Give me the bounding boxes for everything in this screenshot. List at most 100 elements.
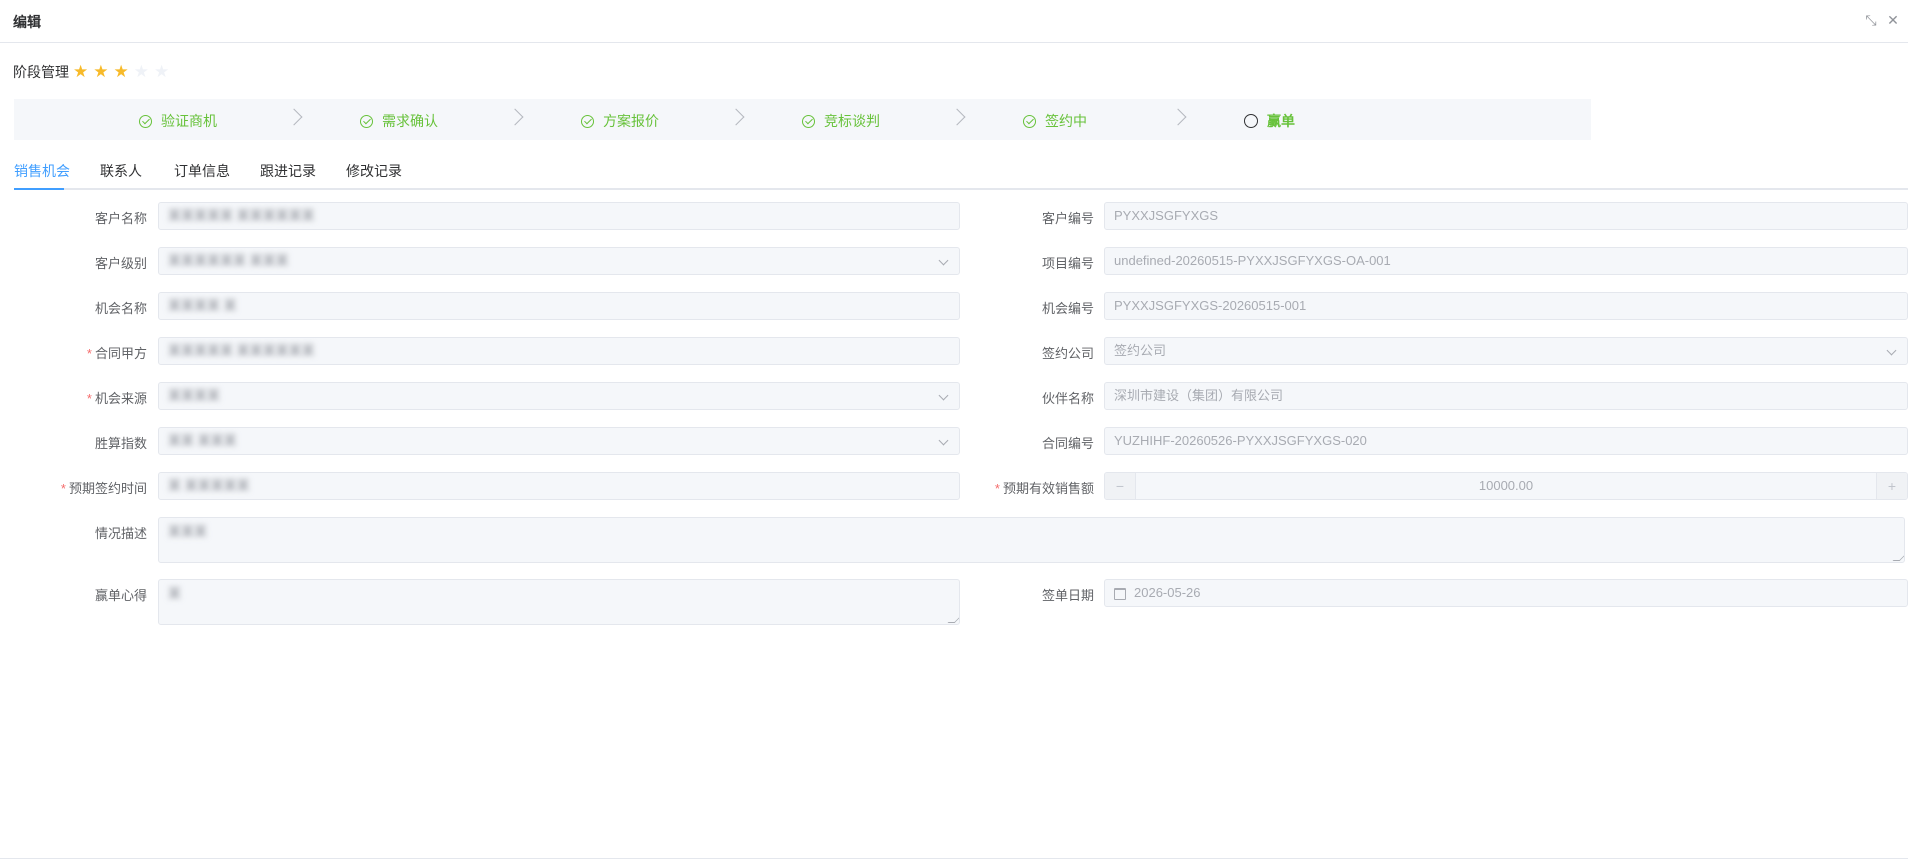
step-4[interactable]: 竞标谈判 [802, 111, 880, 131]
field-label: * 合同甲方 [87, 343, 147, 362]
field-value: 2026-05-26 [1134, 585, 1201, 600]
field-label: 客户级别 [95, 253, 147, 272]
decrement-button[interactable]: − [1105, 473, 1136, 499]
field-left-5[interactable]: 某某某某 [158, 382, 960, 410]
field-value: 某 [168, 586, 182, 601]
field-value: PYXXJSGFYXGS-20260515-001 [1114, 298, 1307, 313]
chevron-down-icon[interactable] [1886, 345, 1897, 356]
field-value: undefined-20260515-PYXXJSGFYXGS-OA-001 [1114, 253, 1391, 268]
required-mark: * [86, 391, 92, 406]
field-label: 合同编号 [1042, 433, 1094, 452]
tab-1[interactable]: 销售机会 [14, 162, 70, 180]
chevron-right-icon [1169, 108, 1187, 126]
field-right-8[interactable]: 2026-05-26 [1104, 579, 1908, 607]
field-label: 情况描述 [95, 523, 147, 542]
label-text: 签约公司 [1041, 346, 1094, 361]
number-value: 10000.00 [1478, 478, 1534, 493]
shrink-icon[interactable]: ⤡ [1862, 11, 1880, 29]
field-right-2[interactable]: undefined-20260515-PYXXJSGFYXGS-OA-001 [1104, 247, 1908, 275]
field-value: 某某某某 某 [168, 298, 237, 313]
step-label: 验证商机 [161, 113, 217, 129]
field-label: 客户编号 [1042, 208, 1094, 227]
tab-4[interactable]: 跟进记录 [260, 162, 316, 180]
tab-5[interactable]: 修改记录 [346, 162, 402, 180]
step-2[interactable]: 需求确认 [360, 111, 438, 131]
label-text: 客户名称 [94, 211, 147, 226]
step-label: 竞标谈判 [824, 113, 880, 129]
label-text: 胜算指数 [94, 436, 147, 451]
label-text: 客户级别 [94, 256, 147, 271]
field-left-6[interactable]: 某某 某某某 [158, 427, 960, 455]
tab-2[interactable]: 联系人 [100, 162, 142, 180]
field-right-3[interactable]: PYXXJSGFYXGS-20260515-001 [1104, 292, 1908, 320]
check-circle-icon [1023, 114, 1036, 128]
chevron-down-icon[interactable] [938, 435, 949, 446]
step-3[interactable]: 方案报价 [581, 111, 659, 131]
label-text: 项目编号 [1041, 256, 1094, 271]
tab-3[interactable]: 订单信息 [174, 162, 230, 180]
chevron-right-icon [727, 108, 745, 126]
field-left-8[interactable]: 某某某 [158, 517, 1905, 563]
field-right-4[interactable]: 签约公司 [1104, 337, 1908, 365]
field-label: 机会编号 [1042, 298, 1094, 317]
label-text: 预期签约时间 [68, 481, 147, 496]
step-label: 方案报价 [603, 113, 659, 129]
field-left-4[interactable]: 某某某某某 某某某某某某 [158, 337, 960, 365]
field-label: 胜算指数 [95, 433, 147, 452]
dialog-title: 编辑 [13, 14, 41, 30]
field-value: PYXXJSGFYXGS [1114, 208, 1219, 223]
star-icon[interactable]: ★ [134, 63, 149, 81]
field-label: 伙伴名称 [1042, 388, 1094, 407]
star-icon[interactable]: ★ [73, 63, 88, 81]
field-right-7[interactable]: − 10000.00 + [1104, 472, 1908, 500]
field-left-3[interactable]: 某某某某 某 [158, 292, 960, 320]
chevron-down-icon[interactable] [938, 390, 949, 401]
field-label: 签约公司 [1042, 343, 1094, 362]
field-right-6[interactable]: YUZHIHF-20260526-PYXXJSGFYXGS-020 [1104, 427, 1908, 455]
increment-button[interactable]: + [1876, 473, 1907, 499]
field-value: YUZHIHF-20260526-PYXXJSGFYXGS-020 [1114, 433, 1367, 448]
step-1[interactable]: 验证商机 [139, 111, 217, 131]
step-6[interactable]: 赢单 [1244, 111, 1295, 131]
step-5[interactable]: 签约中 [1023, 111, 1087, 131]
tab-bar: 销售机会 联系人 订单信息 跟进记录 修改记录 [14, 162, 1908, 190]
star-icon[interactable]: ★ [114, 63, 129, 81]
field-left-7[interactable]: 某 某某某某某 [158, 472, 960, 500]
check-circle-icon [581, 114, 594, 128]
chevron-right-icon [285, 108, 303, 126]
tab-active-indicator [14, 188, 64, 190]
chevron-right-icon [948, 108, 966, 126]
label-text: 预期有效销售额 [1002, 481, 1094, 496]
star-icon[interactable]: ★ [93, 63, 108, 81]
star-icon[interactable]: ★ [154, 63, 169, 81]
check-circle-icon [360, 114, 373, 128]
field-value: 某某某某某某 某某某 [168, 253, 289, 268]
chevron-down-icon[interactable] [938, 255, 949, 266]
step-label: 需求确认 [382, 113, 438, 129]
field-right-1[interactable]: PYXXJSGFYXGS [1104, 202, 1908, 230]
step-label: 赢单 [1267, 113, 1295, 129]
close-icon[interactable]: ✕ [1884, 11, 1902, 29]
divider [0, 858, 1908, 859]
label-text: 客户编号 [1041, 211, 1094, 226]
check-circle-icon [802, 114, 815, 128]
field-left-2[interactable]: 某某某某某某 某某某 [158, 247, 960, 275]
field-value: 某某某某某 某某某某某某 [168, 208, 315, 223]
field-left-9[interactable]: 某 [158, 579, 960, 625]
field-right-5[interactable]: 深圳市建设（集团）有限公司 [1104, 382, 1908, 410]
resize-handle-icon[interactable] [947, 616, 959, 623]
check-circle-icon [139, 114, 152, 128]
field-label: 客户名称 [95, 208, 147, 227]
circle-icon [1244, 114, 1258, 128]
field-left-1[interactable]: 某某某某某 某某某某某某 [158, 202, 960, 230]
stage-rating[interactable]: ★ ★ ★ ★ ★ [73, 63, 174, 81]
label-text: 赢单心得 [94, 588, 147, 603]
step-label: 签约中 [1045, 113, 1087, 129]
field-value: 某 某某某某某 [168, 478, 250, 493]
resize-handle-icon[interactable] [1892, 554, 1904, 561]
label-text: 情况描述 [94, 526, 147, 541]
field-label: 项目编号 [1042, 253, 1094, 272]
field-value: 某某 某某某 [168, 433, 237, 448]
stage-label: 阶段管理 [13, 64, 69, 80]
required-mark: * [86, 346, 92, 361]
